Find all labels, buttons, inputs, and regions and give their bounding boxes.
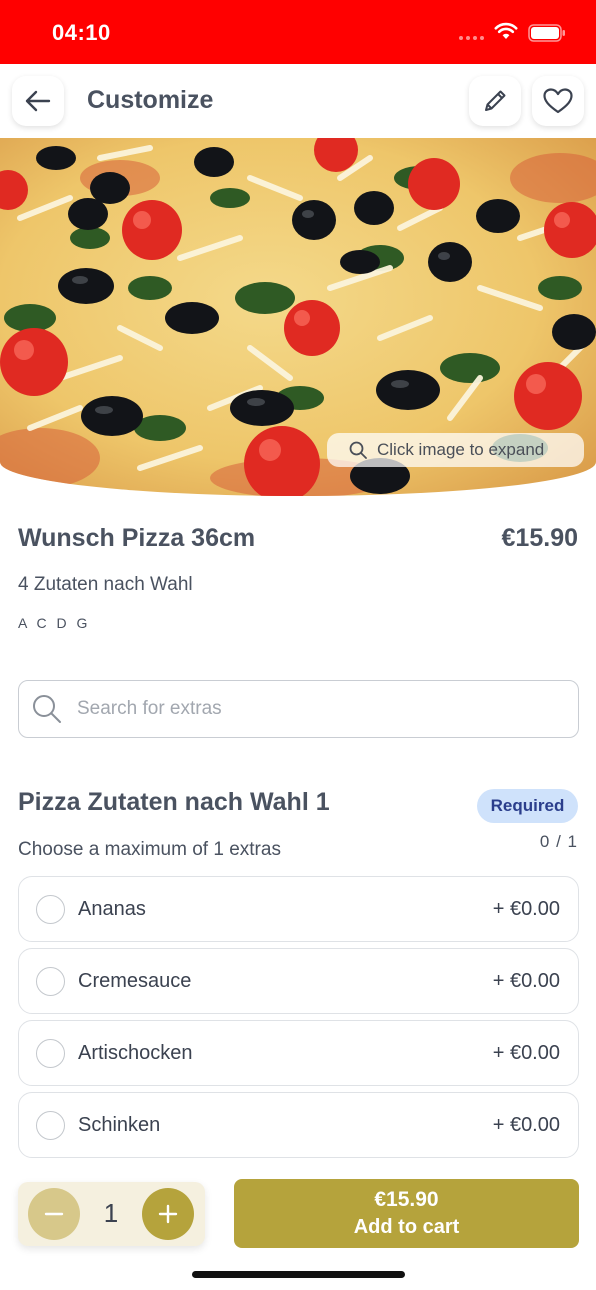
status-bar: 04:10 <box>0 0 596 64</box>
cart-total-price: €15.90 <box>374 1188 439 1211</box>
extra-option-label: Ananas <box>78 897 146 920</box>
product-description: 4 Zutaten nach Wahl <box>18 574 193 595</box>
extra-option-label: Artischocken <box>78 1041 193 1064</box>
extra-option-label: Cremesauce <box>78 969 192 992</box>
signal-icon <box>459 36 484 40</box>
quantity-value: 1 <box>103 1198 119 1228</box>
edit-button[interactable] <box>469 76 521 126</box>
extra-option-price: + €0.00 <box>492 969 560 992</box>
extra-option-schinken[interactable]: Schinken + €0.00 <box>18 1092 579 1158</box>
radio-button[interactable] <box>36 894 65 924</box>
extras-group-hint: Choose a maximum of 1 extras <box>18 839 281 860</box>
status-time: 04:10 <box>52 20 111 45</box>
extra-option-artischocken[interactable]: Artischocken + €0.00 <box>18 1020 579 1086</box>
add-to-cart-button[interactable]: €15.90 Add to cart <box>234 1179 579 1248</box>
allergen-codes: A C D G <box>18 615 91 631</box>
product-image[interactable]: Click image to expand <box>0 138 596 496</box>
quantity-stepper: 1 <box>18 1182 205 1246</box>
minus-icon <box>44 1212 64 1216</box>
search-input[interactable] <box>77 698 537 720</box>
extra-option-cremesauce[interactable]: Cremesauce + €0.00 <box>18 948 579 1014</box>
product-name: Wunsch Pizza 36cm <box>18 524 256 552</box>
required-badge: Required <box>477 789 578 823</box>
increase-quantity-button[interactable] <box>142 1188 194 1240</box>
radio-button[interactable] <box>36 966 65 996</box>
back-button[interactable] <box>12 76 64 126</box>
favorite-button[interactable] <box>532 76 584 126</box>
battery-icon <box>528 24 565 42</box>
extra-option-price: + €0.00 <box>492 897 560 920</box>
radio-button[interactable] <box>36 1110 65 1140</box>
top-bar: Customize <box>0 64 596 138</box>
extra-option-price: + €0.00 <box>492 1041 560 1064</box>
expand-image-hint[interactable]: Click image to expand <box>327 433 584 467</box>
home-indicator[interactable] <box>192 1271 405 1278</box>
page-title: Customize <box>87 86 214 114</box>
extra-option-price: + €0.00 <box>492 1113 560 1136</box>
wifi-icon <box>494 22 518 39</box>
extra-option-ananas[interactable]: Ananas + €0.00 <box>18 876 579 942</box>
plus-icon <box>158 1204 178 1224</box>
selection-count: 0 / 1 <box>539 832 578 851</box>
search-icon <box>33 695 61 723</box>
radio-button[interactable] <box>36 1038 65 1068</box>
product-price: €15.90 <box>501 524 578 552</box>
extras-search[interactable] <box>18 680 579 738</box>
pencil-icon <box>485 90 506 111</box>
search-icon <box>349 441 367 459</box>
add-to-cart-label: Add to cart <box>353 1216 460 1238</box>
extra-option-label: Schinken <box>78 1113 161 1136</box>
expand-hint-text: Click image to expand <box>377 440 545 459</box>
decrease-quantity-button[interactable] <box>28 1188 80 1240</box>
back-arrow-icon <box>25 90 51 112</box>
heart-icon <box>543 88 573 114</box>
extras-group-title: Pizza Zutaten nach Wahl 1 <box>18 788 330 816</box>
